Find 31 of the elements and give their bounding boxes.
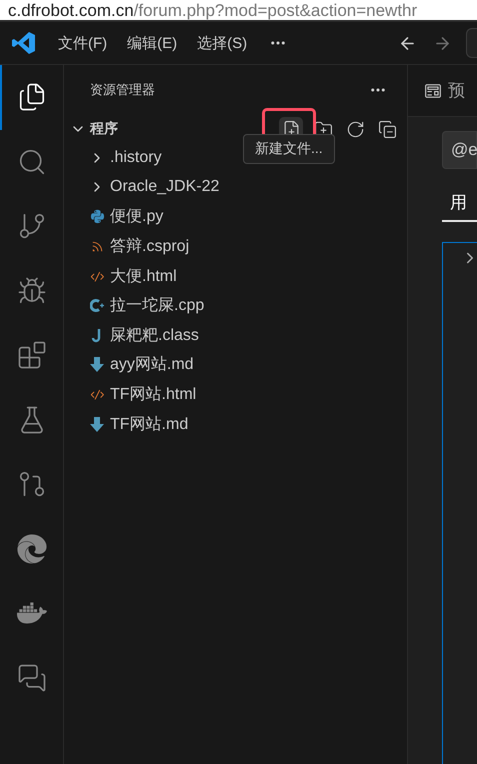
editor-tab[interactable]: 预 — [448, 79, 465, 102]
blocks-icon[interactable] — [16, 340, 46, 370]
file-name[interactable]: 便便.py — [110, 206, 164, 228]
file-name[interactable]: 拉一坨屎.cpp — [110, 295, 204, 316]
file-name[interactable]: 屎粑粑.class — [110, 324, 199, 346]
bug-icon[interactable] — [16, 276, 46, 306]
python-icon — [88, 209, 106, 224]
down-arrow-icon — [88, 416, 106, 432]
panel-title: 资源管理器 — [90, 81, 155, 99]
file-name[interactable]: ayy网站.md — [110, 354, 194, 376]
down-arrow-icon — [88, 357, 106, 372]
folder-name[interactable]: .history — [110, 148, 162, 167]
c-plus-icon — [88, 298, 106, 314]
folder-name[interactable]: Oracle_JDK-22 — [110, 178, 220, 196]
code-logo-icon — [12, 31, 36, 55]
search-field[interactable]: @e — [442, 131, 477, 169]
menu-item[interactable]: 编辑(E) — [127, 34, 178, 52]
section-tab[interactable]: 用 — [442, 191, 477, 222]
file-name[interactable]: TF网站.md — [110, 414, 188, 435]
file-name[interactable]: 答辩.csproj — [110, 236, 190, 258]
menu-item[interactable]: 选择(S) — [197, 34, 248, 52]
preview-icon — [424, 82, 442, 100]
tooltip: 新建文件... — [243, 134, 335, 164]
file-name[interactable]: 大便.html — [110, 266, 177, 287]
url-text: c.dfrobot.com.cn/forum.php?mod=post&action=newthr — [0, 0, 477, 20]
code-brackets-icon — [88, 387, 106, 402]
wave-logo-icon[interactable] — [16, 534, 46, 564]
command-field[interactable] — [466, 28, 477, 58]
chat-icon[interactable] — [16, 662, 46, 693]
file-name[interactable]: TF网站.html — [110, 384, 196, 406]
menu-item[interactable]: 文件(F) — [58, 34, 108, 52]
